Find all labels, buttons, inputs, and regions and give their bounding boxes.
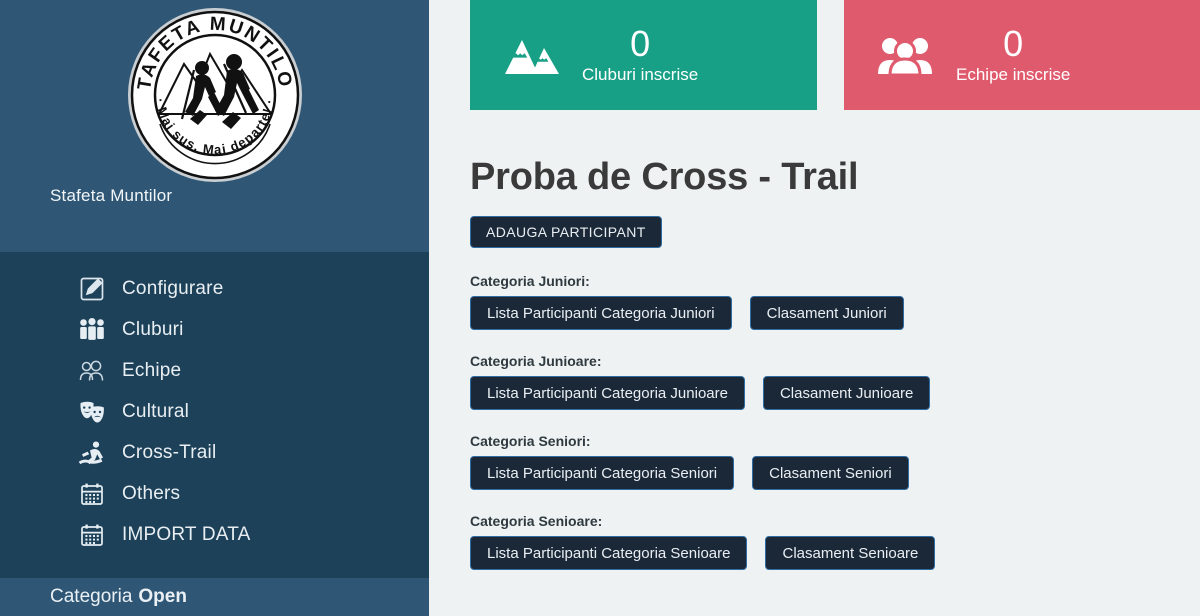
category-block-junioare: Categoria Junioare: Lista Participanti C… bbox=[470, 353, 1200, 410]
sidebar-item-label: Cultural bbox=[122, 400, 190, 422]
clasament-seniori-button[interactable]: Clasament Seniori bbox=[752, 456, 909, 490]
category-button-row: Lista Participanti Categoria Senioare Cl… bbox=[470, 536, 1200, 570]
sidebar-item-label: Cross-Trail bbox=[122, 441, 217, 463]
sidebar-footer-categoria[interactable]: Categoria Open bbox=[0, 578, 429, 616]
stafeta-muntilor-logo: STAFETA MUNTILOR · Mai sus, Mai departe!… bbox=[124, 4, 306, 186]
stat-card-cluburi: 0 Cluburi inscrise bbox=[470, 0, 817, 110]
sidebar-item-label: Cluburi bbox=[122, 318, 184, 340]
sidebar-item-cross-trail[interactable]: Cross-Trail bbox=[0, 432, 429, 473]
category-label: Categoria Juniori: bbox=[470, 273, 590, 289]
category-button-row: Lista Participanti Categoria Junioare Cl… bbox=[470, 376, 1200, 410]
clasament-junioare-button[interactable]: Clasament Junioare bbox=[762, 376, 931, 410]
sidebar-item-cultural[interactable]: Cultural bbox=[0, 391, 429, 432]
edit-square-icon bbox=[78, 275, 106, 303]
sidebar-item-label: Echipe bbox=[122, 359, 182, 381]
sidebar-nav: Configurare Cluburi Echipe Cultural Cros… bbox=[0, 252, 429, 578]
sidebar-item-cluburi[interactable]: Cluburi bbox=[0, 309, 429, 350]
calendar-icon bbox=[78, 521, 106, 549]
lista-participanti-seniori-button[interactable]: Lista Participanti Categoria Seniori bbox=[470, 456, 735, 490]
category-label: Categoria Senioare: bbox=[470, 513, 603, 529]
categoria-prefix: Categoria bbox=[50, 586, 133, 607]
sidebar-item-configurare[interactable]: Configurare bbox=[0, 268, 429, 309]
calendar-icon bbox=[78, 480, 106, 508]
sidebar-brand-header: STAFETA MUNTILOR · Mai sus, Mai departe!… bbox=[0, 0, 429, 252]
sidebar-item-label: IMPORT DATA bbox=[122, 523, 251, 545]
lista-participanti-juniori-button[interactable]: Lista Participanti Categoria Juniori bbox=[470, 296, 732, 330]
clasament-senioare-button[interactable]: Clasament Senioare bbox=[765, 536, 936, 570]
category-label: Categoria Junioare: bbox=[470, 353, 602, 369]
stat-card-echipe: 0 Echipe inscrise bbox=[844, 0, 1200, 110]
sidebar-item-import-data[interactable]: IMPORT DATA bbox=[0, 514, 429, 555]
group-people-icon bbox=[78, 316, 106, 344]
main-content: 0 Cluburi inscrise 0 Echipe inscrise Pro… bbox=[429, 0, 1200, 616]
stat-card-body: 0 Cluburi inscrise bbox=[582, 24, 698, 86]
sidebar: STAFETA MUNTILOR · Mai sus, Mai departe!… bbox=[0, 0, 429, 616]
mountains-icon bbox=[504, 34, 566, 76]
stat-value: 0 bbox=[630, 23, 651, 64]
categoria-value: Open bbox=[138, 586, 187, 607]
stat-card-body: 0 Echipe inscrise bbox=[956, 24, 1070, 86]
sidebar-item-label: Configurare bbox=[122, 277, 224, 299]
category-label: Categoria Seniori: bbox=[470, 433, 591, 449]
sidebar-item-echipe[interactable]: Echipe bbox=[0, 350, 429, 391]
category-block-senioare: Categoria Senioare: Lista Participanti C… bbox=[470, 513, 1200, 570]
stat-caption: Cluburi inscrise bbox=[582, 65, 699, 84]
category-button-row: Lista Participanti Categoria Juniori Cla… bbox=[470, 296, 1200, 330]
people-group-icon bbox=[878, 34, 940, 76]
adauga-participant-button[interactable]: ADAUGA PARTICIPANT bbox=[470, 216, 662, 248]
theater-masks-icon bbox=[78, 398, 106, 426]
category-block-seniori: Categoria Seniori: Lista Participanti Ca… bbox=[470, 433, 1200, 490]
sidebar-item-label: Others bbox=[122, 482, 181, 504]
stat-caption: Echipe inscrise bbox=[956, 65, 1071, 84]
two-people-outline-icon bbox=[78, 357, 106, 385]
stat-cards: 0 Cluburi inscrise 0 Echipe inscrise bbox=[429, 0, 1200, 110]
lista-participanti-senioare-button[interactable]: Lista Participanti Categoria Senioare bbox=[470, 536, 748, 570]
brand-name: Stafeta Muntilor bbox=[50, 186, 173, 205]
app-window: STAFETA MUNTILOR · Mai sus, Mai departe!… bbox=[0, 0, 1200, 616]
page-title: Proba de Cross - Trail bbox=[470, 156, 859, 198]
lista-participanti-junioare-button[interactable]: Lista Participanti Categoria Junioare bbox=[470, 376, 745, 410]
running-trail-icon bbox=[78, 439, 106, 467]
clasament-juniori-button[interactable]: Clasament Juniori bbox=[749, 296, 904, 330]
category-block-juniori: Categoria Juniori: Lista Participanti Ca… bbox=[470, 273, 1200, 330]
category-button-row: Lista Participanti Categoria Seniori Cla… bbox=[470, 456, 1200, 490]
sidebar-item-others[interactable]: Others bbox=[0, 473, 429, 514]
stat-value: 0 bbox=[1003, 23, 1024, 64]
